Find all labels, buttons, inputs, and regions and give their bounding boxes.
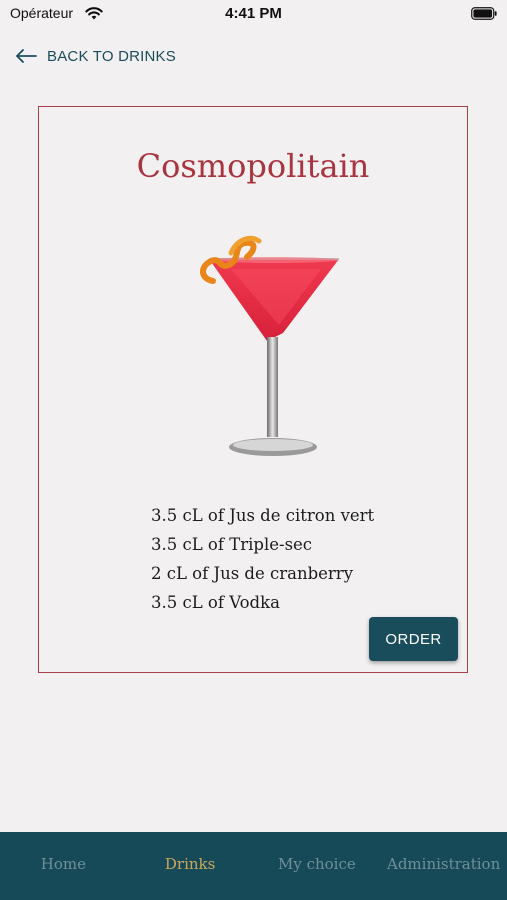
battery-icon [471,7,497,20]
nav-item-home[interactable]: Home [0,832,127,900]
drink-card: Cosmopolitain 3.5 cL of Jus de citron ve… [38,106,468,673]
back-link-label: BACK TO DRINKS [47,47,176,65]
status-bar: Opérateur 4:41 PM [0,0,507,30]
back-to-drinks-link[interactable]: BACK TO DRINKS [14,44,176,68]
order-button[interactable]: ORDER [369,617,458,661]
ingredient-item: 2 cL of Jus de cranberry [151,564,354,583]
ingredient-item: 3.5 cL of Vodka [151,593,280,612]
nav-item-drinks[interactable]: Drinks [127,832,254,900]
ingredient-item: 3.5 cL of Jus de citron vert [151,506,375,525]
drink-title: Cosmopolitain [136,147,370,185]
arrow-left-icon [16,49,37,63]
ingredient-item: 3.5 cL of Triple-sec [151,535,313,554]
clock-label: 4:41 PM [225,5,282,22]
nav-item-administration[interactable]: Administration [380,832,507,900]
bottom-nav: Home Drinks My choice Administration [0,832,507,900]
ingredient-list: 3.5 cL of Jus de citron vert 3.5 cL of T… [151,505,374,621]
nav-item-my-choice[interactable]: My choice [254,832,381,900]
cocktail-image [200,235,339,456]
